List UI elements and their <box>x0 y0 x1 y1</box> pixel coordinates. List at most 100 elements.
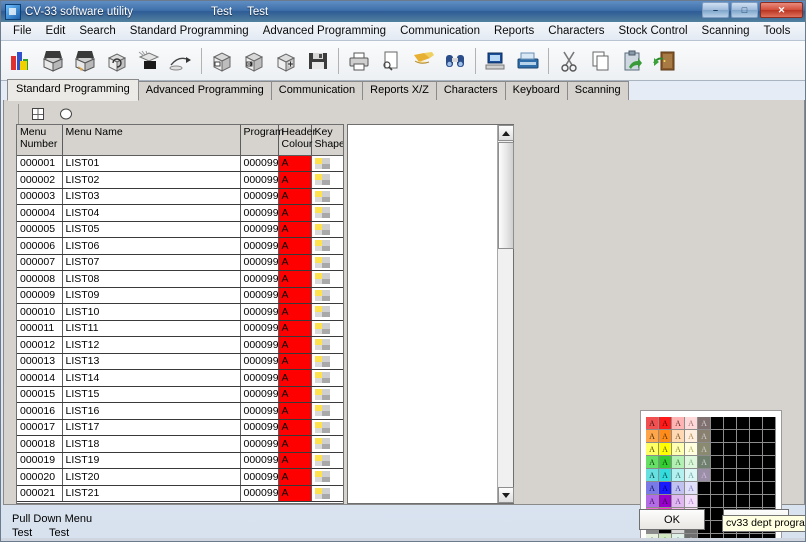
cell-program[interactable]: 000099 <box>240 155 279 172</box>
cell-menu-name[interactable]: LIST12 <box>62 336 241 354</box>
palette-swatch[interactable] <box>711 456 724 469</box>
menu-item-advanced-programming[interactable]: Advanced Programming <box>256 23 393 39</box>
cell-header-colour[interactable]: A <box>278 188 312 205</box>
column-header-header-colour[interactable]: Header Colour <box>278 125 316 156</box>
cell-menu-name[interactable]: LIST02 <box>62 171 241 189</box>
close-button[interactable]: ✕ <box>760 2 803 18</box>
cell-menu-name[interactable]: LIST09 <box>62 287 241 304</box>
cell-header-colour[interactable]: A <box>278 254 312 271</box>
palette-swatch[interactable] <box>750 456 763 469</box>
palette-swatch[interactable]: A <box>672 469 685 482</box>
palette-swatch[interactable]: A <box>672 430 685 443</box>
cell-menu-name[interactable]: LIST18 <box>62 435 241 453</box>
cell-menu-number[interactable]: 000004 <box>17 204 63 222</box>
table-row[interactable]: 000009 LIST09 000099 A <box>17 287 343 304</box>
chart-icon[interactable] <box>5 44 37 78</box>
table-row[interactable]: 000014 LIST14 000099 A <box>17 369 343 387</box>
palette-swatch[interactable] <box>711 482 724 495</box>
palette-swatch[interactable]: A <box>646 469 659 482</box>
cell-key-shape[interactable] <box>311 171 343 189</box>
palette-swatch[interactable] <box>724 430 737 443</box>
cell-key-shape[interactable] <box>311 188 343 205</box>
palette-swatch[interactable] <box>750 430 763 443</box>
cell-header-colour[interactable]: A <box>278 204 312 222</box>
cell-program[interactable]: 000099 <box>240 336 279 354</box>
menu-grid[interactable]: Menu Number Menu Name Program Header Colou… <box>16 124 344 504</box>
cell-menu-number[interactable]: 000021 <box>17 485 63 502</box>
cell-header-colour[interactable]: A <box>278 402 312 420</box>
tab-characters[interactable]: Characters <box>435 81 506 100</box>
palette-swatch[interactable]: A <box>646 456 659 469</box>
table-row[interactable]: 000006 LIST06 000099 A <box>17 237 343 255</box>
cell-menu-name[interactable]: LIST21 <box>62 485 241 502</box>
palette-swatch[interactable] <box>737 443 750 456</box>
menu-item-edit[interactable]: Edit <box>39 23 73 39</box>
cell-program[interactable]: 000099 <box>240 353 279 370</box>
palette-swatch[interactable] <box>737 417 750 430</box>
till-icon[interactable] <box>512 44 544 78</box>
ellipse-tool-icon[interactable] <box>55 105 77 123</box>
cell-menu-name[interactable]: LIST15 <box>62 386 241 403</box>
grid-view-icon[interactable] <box>27 105 49 123</box>
palette-swatch[interactable] <box>711 443 724 456</box>
palette-swatch[interactable] <box>724 417 737 430</box>
cell-program[interactable]: 000099 <box>240 386 279 403</box>
cell-key-shape[interactable] <box>311 155 343 172</box>
cell-menu-name[interactable]: LIST07 <box>62 254 241 271</box>
cell-menu-number[interactable]: 000019 <box>17 452 63 469</box>
cell-key-shape[interactable] <box>311 452 343 469</box>
edit-pencil-icon[interactable] <box>407 44 439 78</box>
cell-menu-number[interactable]: 000016 <box>17 402 63 420</box>
cell-header-colour[interactable]: A <box>278 336 312 354</box>
palette-swatch[interactable] <box>737 456 750 469</box>
cell-header-colour[interactable]: A <box>278 435 312 453</box>
cell-menu-name[interactable]: LIST08 <box>62 270 241 288</box>
palette-swatch[interactable]: A <box>659 469 672 482</box>
cell-program[interactable]: 000099 <box>240 287 279 304</box>
palette-swatch[interactable]: A <box>685 482 698 495</box>
palette-swatch[interactable]: A <box>698 469 711 482</box>
cut-icon[interactable] <box>553 44 585 78</box>
column-header-menu-name[interactable]: Menu Name <box>62 125 241 156</box>
palette-swatch[interactable]: A <box>659 456 672 469</box>
cell-menu-number[interactable]: 000017 <box>17 419 63 436</box>
table-row[interactable]: 000020 LIST20 000099 A <box>17 468 343 486</box>
box-out-icon[interactable] <box>238 44 270 78</box>
tab-advanced-programming[interactable]: Advanced Programming <box>137 81 272 100</box>
cell-menu-name[interactable]: LIST20 <box>62 468 241 486</box>
cell-menu-number[interactable]: 000005 <box>17 221 63 238</box>
palette-swatch[interactable]: A <box>659 430 672 443</box>
palette-swatch[interactable]: A <box>685 417 698 430</box>
table-row[interactable]: 000016 LIST16 000099 A <box>17 402 343 420</box>
tab-standard-programming[interactable]: Standard Programming <box>7 79 139 101</box>
cell-key-shape[interactable] <box>311 485 343 502</box>
cell-header-colour[interactable]: A <box>278 452 312 469</box>
column-header-key-shape[interactable]: Key Shape <box>311 125 343 156</box>
palette-swatch[interactable]: A <box>698 417 711 430</box>
menu-item-tools[interactable]: Tools <box>757 23 798 39</box>
palette-swatch[interactable] <box>763 430 776 443</box>
cell-key-shape[interactable] <box>311 336 343 354</box>
paste-icon[interactable] <box>617 44 649 78</box>
palette-swatch[interactable]: A <box>672 456 685 469</box>
palette-swatch[interactable] <box>724 482 737 495</box>
tab-scanning[interactable]: Scanning <box>566 81 629 100</box>
box-send-icon[interactable] <box>165 44 197 78</box>
cell-menu-name[interactable]: LIST05 <box>62 221 241 238</box>
cell-program[interactable]: 000099 <box>240 171 279 189</box>
palette-swatch[interactable]: A <box>646 443 659 456</box>
cell-program[interactable]: 000099 <box>240 320 279 337</box>
pc-transfer-icon[interactable] <box>480 44 512 78</box>
table-row[interactable]: 000001 LIST01 000099 A <box>17 155 343 172</box>
palette-swatch[interactable] <box>750 417 763 430</box>
scroll-down-arrow-icon[interactable] <box>498 487 514 503</box>
scroll-up-arrow-icon[interactable] <box>498 125 514 141</box>
palette-swatch[interactable] <box>763 482 776 495</box>
cell-menu-name[interactable]: LIST06 <box>62 237 241 255</box>
cell-header-colour[interactable]: A <box>278 221 312 238</box>
cell-header-colour[interactable]: A <box>278 155 312 172</box>
print-icon[interactable] <box>375 44 407 78</box>
column-header-menu-number[interactable]: Menu Number <box>17 125 63 156</box>
cell-program[interactable]: 000099 <box>240 435 279 453</box>
cell-menu-name[interactable]: LIST13 <box>62 353 241 370</box>
